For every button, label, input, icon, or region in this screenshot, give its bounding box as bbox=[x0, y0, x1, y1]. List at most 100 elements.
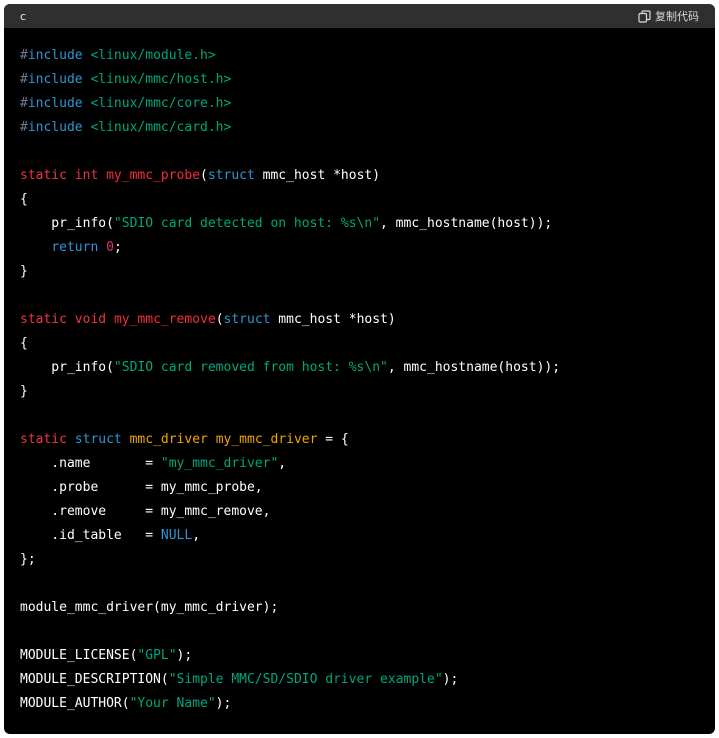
code-token: , mmc_hostname(host)); bbox=[387, 360, 561, 375]
code-token: <linux/mmc/card.h> bbox=[90, 120, 232, 135]
code-token: }; bbox=[20, 552, 36, 567]
code-line: .remove = my_mmc_remove, bbox=[20, 500, 699, 524]
code-token: mmc_driver bbox=[129, 432, 208, 447]
code-token: include bbox=[27, 96, 83, 111]
code-token: , bbox=[278, 456, 287, 471]
code-token: .id_table = bbox=[20, 528, 161, 543]
code-line: pr_info("SDIO card removed from host: %s… bbox=[20, 356, 699, 380]
code-token: ); bbox=[442, 672, 459, 687]
code-token: pr_info( bbox=[20, 216, 114, 231]
code-block-header: c 复制代码 bbox=[4, 4, 715, 28]
code-token: ); bbox=[176, 648, 193, 663]
code-line: .id_table = NULL, bbox=[20, 524, 699, 548]
code-line: return 0; bbox=[20, 236, 699, 260]
code-token: module_mmc_driver(my_mmc_driver); bbox=[20, 600, 279, 615]
code-line: static void my_mmc_remove(struct mmc_hos… bbox=[20, 308, 699, 332]
code-token: { bbox=[20, 192, 28, 207]
code-token: 0 bbox=[106, 240, 114, 255]
code-token: struct bbox=[223, 312, 271, 327]
code-token: , bbox=[192, 528, 201, 543]
code-token: .name = bbox=[20, 456, 161, 471]
code-token: mmc_host *host) bbox=[270, 312, 396, 327]
code-token: } bbox=[20, 264, 28, 279]
code-token: # bbox=[20, 72, 28, 87]
copy-code-label: 复制代码 bbox=[655, 10, 699, 23]
code-token: static bbox=[20, 168, 67, 183]
code-token: my_mmc_probe bbox=[106, 168, 201, 183]
code-token: static bbox=[20, 432, 67, 447]
code-line: module_mmc_driver(my_mmc_driver); bbox=[20, 596, 699, 620]
code-line: MODULE_LICENSE("GPL"); bbox=[20, 644, 699, 668]
code-token: MODULE_LICENSE( bbox=[20, 648, 138, 663]
code-token: struct bbox=[207, 168, 255, 183]
code-token: int bbox=[74, 168, 99, 183]
code-token: include bbox=[27, 48, 83, 63]
code-token: static bbox=[20, 312, 67, 327]
code-token: , mmc_hostname(host)); bbox=[380, 216, 553, 231]
code-token: ); bbox=[215, 696, 232, 711]
copy-icon bbox=[638, 9, 651, 23]
code-line: #include <linux/mmc/host.h> bbox=[20, 68, 699, 92]
code-token: struct bbox=[74, 432, 122, 447]
code-token: "Simple MMC/SD/SDIO driver example" bbox=[168, 672, 443, 687]
code-token: "SDIO card removed from host: %s\n" bbox=[113, 360, 388, 375]
code-token: mmc_host *host) bbox=[254, 168, 381, 183]
code-token: <linux/mmc/host.h> bbox=[90, 72, 232, 87]
code-line: { bbox=[20, 332, 699, 356]
code-token: "Your Name" bbox=[129, 696, 216, 711]
code-token: # bbox=[20, 48, 28, 63]
code-line: pr_info("SDIO card detected on host: %s\… bbox=[20, 212, 699, 236]
code-token: return bbox=[51, 240, 99, 255]
code-line: .name = "my_mmc_driver", bbox=[20, 452, 699, 476]
code-line: } bbox=[20, 260, 699, 284]
code-token: <linux/mmc/core.h> bbox=[90, 96, 232, 111]
code-token: = { bbox=[317, 432, 349, 447]
code-token: ( bbox=[200, 168, 208, 183]
code-token: my_mmc_driver bbox=[215, 432, 318, 447]
copy-code-button[interactable]: 复制代码 bbox=[638, 8, 699, 24]
code-token: # bbox=[20, 96, 28, 111]
code-line: }; bbox=[20, 548, 699, 572]
code-line: } bbox=[20, 380, 699, 404]
code-line: MODULE_DESCRIPTION("Simple MMC/SD/SDIO d… bbox=[20, 668, 699, 692]
code-token: MODULE_DESCRIPTION( bbox=[20, 672, 169, 687]
code-token: "SDIO card detected on host: %s\n" bbox=[113, 216, 381, 231]
code-token: "GPL" bbox=[137, 648, 177, 663]
code-line: MODULE_AUTHOR("Your Name"); bbox=[20, 692, 699, 716]
code-token: .probe = my_mmc_probe, bbox=[20, 480, 263, 495]
code-line: #include <linux/mmc/core.h> bbox=[20, 92, 699, 116]
code-line: .probe = my_mmc_probe, bbox=[20, 476, 699, 500]
code-line: static struct mmc_driver my_mmc_driver =… bbox=[20, 428, 699, 452]
code-token: { bbox=[20, 336, 28, 351]
code-token: # bbox=[20, 120, 28, 135]
code-token: .remove = my_mmc_remove, bbox=[20, 504, 271, 519]
code-token: ; bbox=[113, 240, 122, 255]
code-token: my_mmc_remove bbox=[113, 312, 216, 327]
code-token: include bbox=[27, 120, 83, 135]
code-line: { bbox=[20, 188, 699, 212]
code-token: void bbox=[74, 312, 107, 327]
code-token: ( bbox=[215, 312, 224, 327]
code-line: static int my_mmc_probe(struct mmc_host … bbox=[20, 164, 699, 188]
code-token: pr_info( bbox=[20, 360, 114, 375]
code-token: MODULE_AUTHOR( bbox=[20, 696, 130, 711]
code-token: include bbox=[27, 72, 83, 87]
code-token: NULL bbox=[160, 528, 193, 543]
code-token: <linux/module.h> bbox=[90, 48, 216, 63]
code-content[interactable]: #include <linux/module.h> #include <linux… bbox=[4, 28, 715, 716]
code-line: #include <linux/module.h> bbox=[20, 44, 699, 68]
